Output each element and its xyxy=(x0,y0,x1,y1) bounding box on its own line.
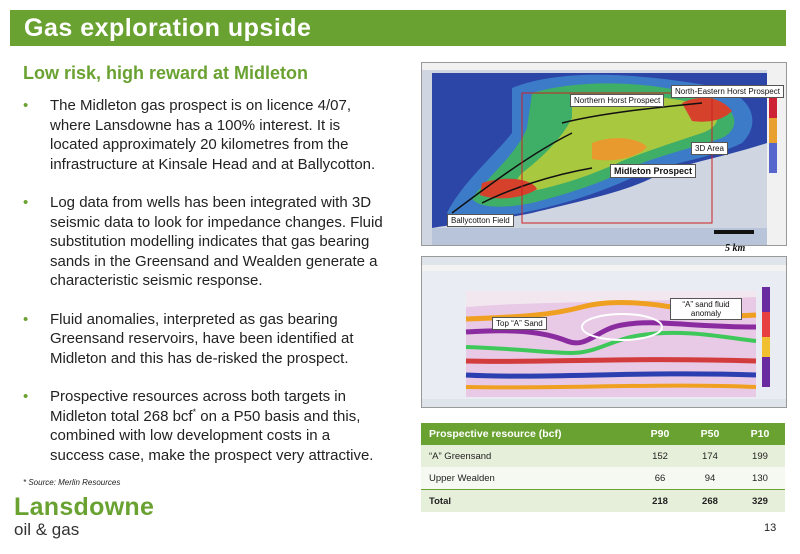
table-cell: 152 xyxy=(635,445,685,467)
table-total-row: Total 218 268 329 xyxy=(421,489,785,512)
slide-title: Gas exploration upside xyxy=(24,14,312,42)
bullet-text: The Midleton gas prospect is on licence … xyxy=(50,97,376,173)
bullet-dot-icon: • xyxy=(23,194,29,211)
bullet-list: • The Midleton gas prospect is on licence… xyxy=(23,96,385,484)
table-cell: “A” Greensand xyxy=(421,445,635,467)
bullet-item: • Fluid anomalies, interpreted as gas bea… xyxy=(23,310,385,369)
table-cell: 130 xyxy=(734,467,785,490)
bullet-text: Fluid anomalies, interpreted as gas bear… xyxy=(50,310,354,367)
table-header-row: Prospective resource (bcf) P90 P50 P10 xyxy=(421,423,785,445)
seismic-label-top-a-sand: Top “A” Sand xyxy=(492,317,547,330)
bullet-text: Log data from wells has been integrated … xyxy=(50,194,383,289)
map-label-midleton: Midleton Prospect xyxy=(610,164,697,178)
table-cell: 94 xyxy=(684,467,735,490)
column-header: P50 xyxy=(684,423,735,445)
seismic-graphic xyxy=(422,257,786,407)
column-header: P10 xyxy=(734,423,785,445)
seismic-section-image xyxy=(421,256,787,408)
table-row: Upper Wealden 66 94 130 xyxy=(421,467,785,490)
table-cell: 174 xyxy=(684,445,735,467)
bullet-dot-icon: • xyxy=(23,310,29,328)
bullet-dot-icon: • xyxy=(23,388,29,405)
table-cell: 66 xyxy=(635,467,685,490)
bullet-dot-icon: • xyxy=(23,97,29,114)
map-label-3d-area: 3D Area xyxy=(691,142,728,155)
scale-label: 5 km xyxy=(725,243,746,254)
logo-subtitle: oil & gas xyxy=(14,520,80,539)
table-cell: 268 xyxy=(684,489,735,512)
scale-bar xyxy=(714,230,754,234)
table-row: “A” Greensand 152 174 199 xyxy=(421,445,785,467)
bullet-item: • Prospective resources across both targe… xyxy=(23,387,385,465)
seismic-label-a-sand-anomaly: “A” sand fluid anomaly xyxy=(670,298,742,320)
company-logo: Lansdowne oil & gas xyxy=(14,494,154,539)
table-cell: 329 xyxy=(734,489,785,512)
bullet-item: • Log data from wells has been integrated… xyxy=(23,193,385,291)
page-number: 13 xyxy=(764,522,777,534)
resource-table: Prospective resource (bcf) P90 P50 P10 “… xyxy=(421,423,785,512)
bullet-item: • The Midleton gas prospect is on licence… xyxy=(23,96,385,174)
column-header: Prospective resource (bcf) xyxy=(421,423,635,445)
bullet-text: Prospective resources across both target… xyxy=(50,388,374,464)
table-cell: 199 xyxy=(734,445,785,467)
map-label-north-eastern-horst: North-Eastern Horst Prospect xyxy=(671,85,784,98)
column-header: P90 xyxy=(635,423,685,445)
source-note: * Source: Merlin Resources xyxy=(23,478,121,487)
logo-name: Lansdowne xyxy=(14,493,155,521)
slide-subtitle: Low risk, high reward at Midleton xyxy=(23,63,309,83)
table-cell: Total xyxy=(421,489,635,512)
map-label-northern-horst: Northern Horst Prospect xyxy=(570,94,665,107)
table-cell: 218 xyxy=(635,489,685,512)
map-label-ballycotton: Ballycotton Field xyxy=(447,214,514,227)
table-cell: Upper Wealden xyxy=(421,467,635,490)
title-banner: Gas exploration upside xyxy=(10,10,786,46)
